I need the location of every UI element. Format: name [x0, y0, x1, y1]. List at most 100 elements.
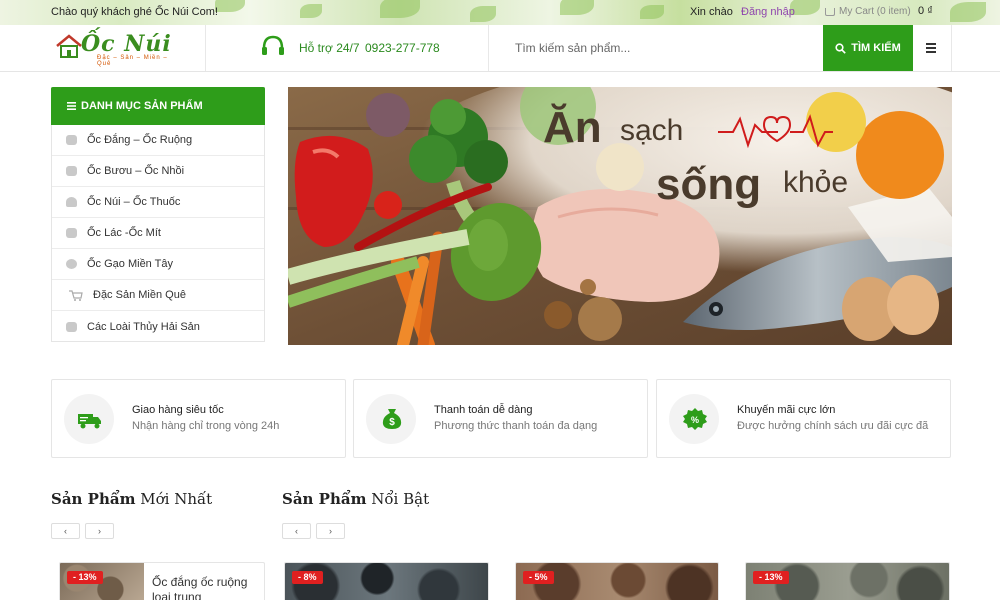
- category-item[interactable]: Ốc Lác -Ốc Mít: [52, 218, 264, 249]
- logo-text: Ốc Núi: [81, 31, 172, 57]
- new-products-pager: ‹ ›: [51, 523, 114, 539]
- category-item[interactable]: Ốc Núi – Ốc Thuốc: [52, 187, 264, 218]
- category-label: Ốc Gạo Miền Tây: [87, 258, 173, 270]
- menu-bar: [926, 47, 936, 49]
- category-label: Ốc Đắng – Ốc Ruộng: [87, 134, 193, 146]
- section-title-rest: Nổi Bật: [371, 490, 430, 508]
- leaf-decoration: [950, 2, 986, 22]
- banner-illustration: Ăn sạch sống khỏe: [288, 87, 952, 345]
- support-phone-link[interactable]: 0923-277-778: [365, 41, 440, 55]
- next-button[interactable]: ›: [85, 523, 114, 539]
- leaf-decoration: [380, 0, 420, 18]
- house-icon: [56, 34, 82, 58]
- featured-products-pager: ‹ ›: [282, 523, 345, 539]
- category-label: Các Loài Thủy Hải Sản: [87, 320, 200, 333]
- feature-title: Khuyến mãi cực lớn: [737, 404, 836, 416]
- banner-heading-line1: Ăn: [543, 102, 602, 152]
- cart-count-text: My Cart (0 item): [839, 6, 911, 17]
- header-divider: [205, 25, 206, 71]
- feature-subtitle: Nhận hàng chỉ trong vòng 24h: [132, 420, 280, 432]
- money-bag-icon: $: [382, 409, 402, 429]
- cart-icon: [825, 7, 835, 16]
- cart-total: 0 ₫: [918, 5, 933, 17]
- banner-subheading-line1: sạch: [620, 114, 683, 147]
- section-title-bold: Sản Phẩm: [51, 490, 136, 508]
- discount-badge: - 8%: [292, 571, 323, 584]
- headphones-icon: [262, 35, 284, 55]
- product-card[interactable]: - 13% Ốc đắng ốc ruộng loại trung: [59, 562, 265, 600]
- github-icon: [66, 259, 77, 269]
- leaf-decoration: [560, 0, 594, 15]
- site-logo[interactable]: Ốc Núi Đặc – Sản – Miền – Quê: [55, 31, 175, 67]
- login-link[interactable]: Đăng nhập: [741, 6, 795, 18]
- header-divider: [951, 25, 952, 71]
- menu-bar: [926, 43, 936, 45]
- discount-badge-icon: %: [683, 408, 707, 430]
- prev-button[interactable]: ‹: [51, 523, 80, 539]
- logo-tagline: Đặc – Sản – Miền – Quê: [97, 55, 168, 67]
- bowl-icon: [66, 197, 77, 207]
- snail-icon: [66, 135, 77, 145]
- section-title-bold: Sản Phẩm: [282, 490, 367, 508]
- category-label: Ốc Bươu – Ốc Nhồi: [87, 165, 185, 177]
- category-title: DANH MỤC SẢN PHẨM: [81, 100, 203, 112]
- feature-title: Giao hàng siêu tốc: [132, 404, 224, 416]
- category-label: Ốc Núi – Ốc Thuốc: [87, 196, 181, 208]
- search-button[interactable]: TÌM KIẾM: [823, 25, 913, 71]
- feature-box: $ Thanh toán dễ dàng Phương thức thanh t…: [353, 379, 648, 458]
- top-bar: Chào quý khách ghé Ốc Núi Com! Xin chào …: [0, 0, 1000, 25]
- search-input[interactable]: [505, 33, 815, 63]
- feature-box: Giao hàng siêu tốc Nhận hàng chỉ trong v…: [51, 379, 346, 458]
- list-icon: [67, 102, 76, 110]
- site-header: Ốc Núi Đặc – Sản – Miền – Quê Hỗ trợ 24/…: [0, 25, 1000, 72]
- welcome-text: Chào quý khách ghé Ốc Núi Com!: [51, 6, 218, 18]
- feature-title: Thanh toán dễ dàng: [434, 404, 533, 416]
- shopping-cart-icon: [69, 289, 83, 301]
- hero-banner[interactable]: Ăn sạch sống khỏe: [288, 87, 952, 345]
- feature-icon-circle: [64, 394, 114, 444]
- header-divider: [488, 25, 489, 71]
- category-item[interactable]: Ốc Gạo Miền Tây: [52, 249, 264, 280]
- category-list: Ốc Đắng – Ốc Ruộng Ốc Bươu – Ốc Nhồi Ốc …: [52, 125, 264, 342]
- menu-bar: [926, 51, 936, 53]
- feature-subtitle: Được hưởng chính sách ưu đãi cực đã: [737, 420, 929, 432]
- greeting-text: Xin chào: [690, 6, 733, 18]
- category-item[interactable]: Ốc Bươu – Ốc Nhồi: [52, 156, 264, 187]
- section-title-new: Sản Phẩm Mới Nhất: [51, 490, 212, 508]
- prev-button[interactable]: ‹: [282, 523, 311, 539]
- support-label: Hỗ trợ 24/7: [299, 41, 360, 55]
- leaf-decoration: [470, 6, 496, 22]
- feature-subtitle: Phương thức thanh toán đa dạng: [434, 420, 598, 432]
- discount-badge: - 13%: [67, 571, 103, 584]
- product-card[interactable]: - 13%: [745, 562, 950, 600]
- section-title-featured: Sản Phẩm Nổi Bật: [282, 490, 429, 508]
- shell-icon: [66, 228, 77, 238]
- category-header[interactable]: DANH MỤC SẢN PHẨM: [51, 87, 265, 125]
- product-name[interactable]: Ốc đắng ốc ruộng loại trung: [152, 575, 262, 600]
- hamburger-menu-button[interactable]: [920, 37, 942, 59]
- product-card[interactable]: - 8%: [284, 562, 489, 600]
- svg-text:%: %: [691, 415, 699, 425]
- discount-badge: - 5%: [523, 571, 554, 584]
- feature-box: % Khuyến mãi cực lớn Được hưởng chính sá…: [656, 379, 951, 458]
- category-item[interactable]: Đặc Sản Miền Quê: [52, 280, 264, 311]
- banner-subheading-line2: khỏe: [783, 166, 848, 199]
- category-item[interactable]: Các Loài Thủy Hải Sản: [52, 311, 264, 342]
- leaf-decoration: [300, 4, 322, 18]
- leaf-decoration: [215, 0, 245, 12]
- feature-icon-circle: $: [366, 394, 416, 444]
- category-label: Ốc Lác -Ốc Mít: [87, 227, 161, 239]
- discount-badge: - 13%: [753, 571, 789, 584]
- category-item[interactable]: Ốc Đắng – Ốc Ruộng: [52, 125, 264, 156]
- truck-icon: [78, 414, 101, 429]
- product-card[interactable]: - 5%: [515, 562, 719, 600]
- next-button[interactable]: ›: [316, 523, 345, 539]
- feature-icon-circle: %: [669, 394, 719, 444]
- banner-heading-line2: sống: [656, 160, 761, 209]
- fish-icon: [66, 321, 77, 332]
- category-sidebar: DANH MỤC SẢN PHẨM Ốc Đắng – Ốc Ruộng Ốc …: [51, 87, 265, 342]
- mini-cart[interactable]: My Cart (0 item): [825, 6, 911, 17]
- section-title-rest: Mới Nhất: [140, 490, 213, 508]
- search-icon: [835, 42, 847, 54]
- snail-icon: [66, 166, 77, 176]
